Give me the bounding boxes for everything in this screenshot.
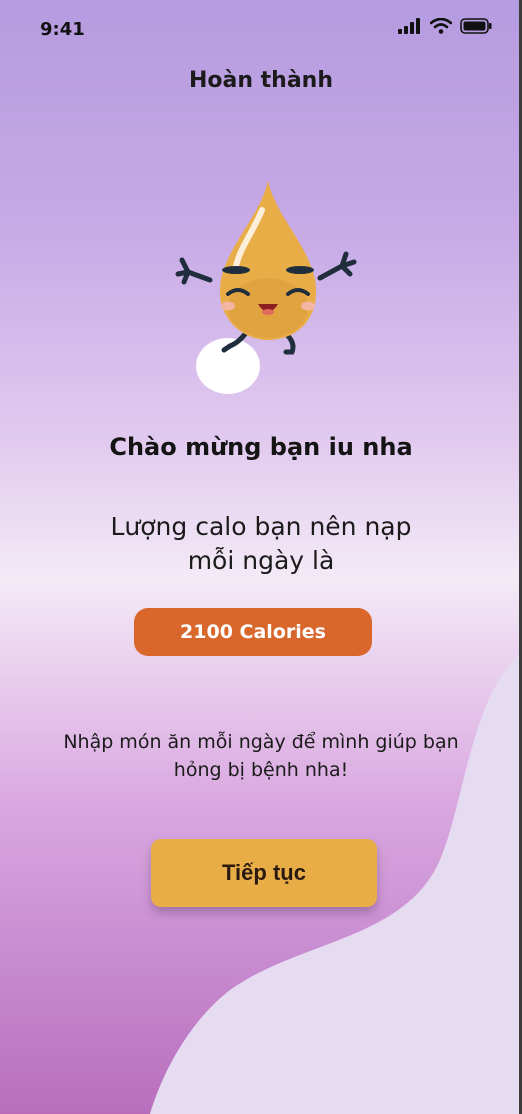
page-title: Hoàn thành	[188, 68, 334, 93]
welcome-heading: Chào mừng bạn iu nha	[109, 433, 413, 461]
instruction-note-line2: hỏng bị bệnh nha!	[173, 759, 349, 781]
oil-drop-mascot-icon	[175, 180, 357, 394]
continue-button[interactable]: Tiếp tục	[151, 839, 377, 907]
calorie-description: Lượng calo bạn nên nạp mỗi ngày là	[60, 510, 462, 578]
status-time: 9:41	[40, 19, 85, 40]
calorie-value-badge: 2100 Calories	[134, 608, 372, 656]
instruction-note: Nhập món ăn mỗi ngày để mình giúp bạn hỏ…	[25, 728, 497, 784]
cellular-signal-icon	[398, 18, 420, 34]
status-icons	[398, 18, 492, 34]
calorie-description-line1: Lượng calo bạn nên nạp	[110, 512, 412, 541]
calorie-description-line2: mỗi ngày là	[187, 546, 335, 575]
instruction-note-line1: Nhập món ăn mỗi ngày để mình giúp bạn	[63, 731, 459, 753]
battery-icon	[460, 18, 492, 34]
completion-screen: 9:41 Hoàn thành Chào mừng bạn iu nha Lượ…	[0, 0, 522, 1114]
wifi-icon	[430, 18, 452, 34]
status-bar: 9:41	[0, 0, 522, 60]
